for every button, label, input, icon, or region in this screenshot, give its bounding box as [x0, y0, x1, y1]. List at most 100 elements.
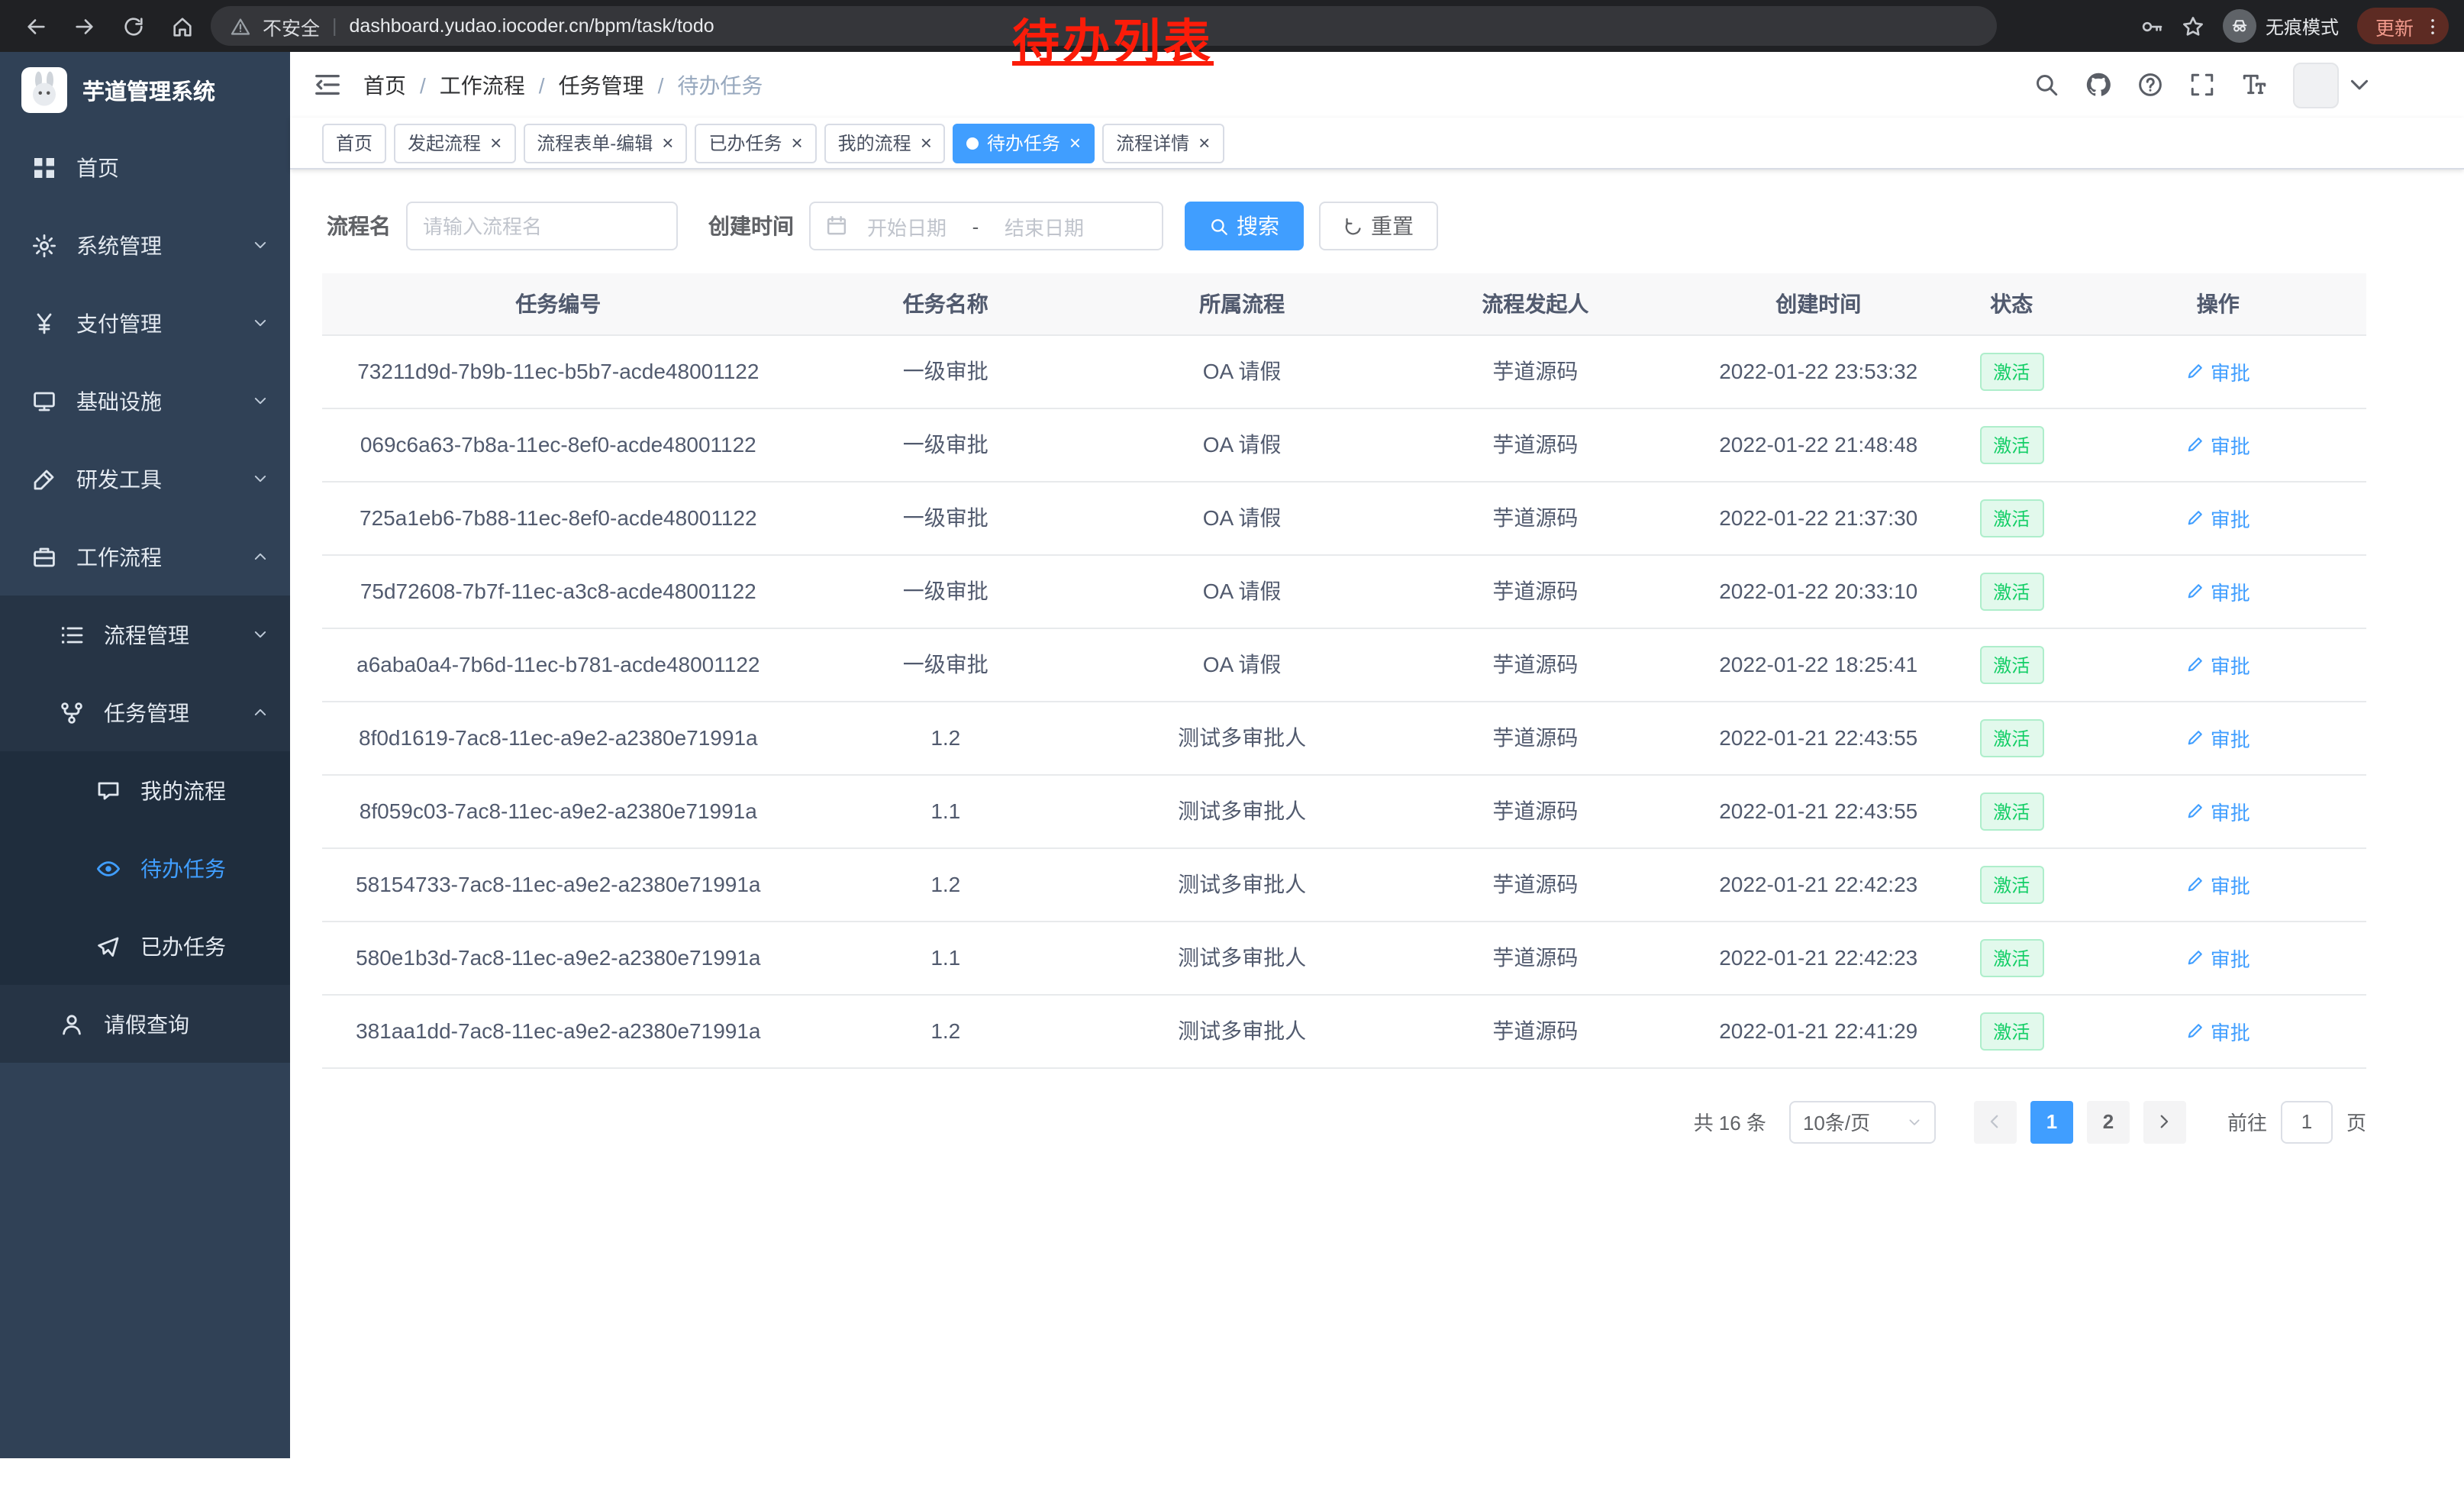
tab-done-task[interactable]: 已办任务×	[695, 123, 816, 163]
browser-window: 不安全 | dashboard.yudao.iocoder.cn/bpm/tas…	[0, 0, 2464, 1458]
search-button[interactable]: 搜索	[1185, 202, 1304, 250]
task-name: 一级审批	[795, 628, 1097, 701]
tabs-bar: 首页发起流程×流程表单-编辑×已办任务×我的流程×待办任务×流程详情×	[290, 118, 2464, 169]
browser-forward-button[interactable]	[64, 6, 104, 46]
date-range-picker[interactable]: 开始日期 - 结束日期	[809, 202, 1163, 250]
goto-page-input[interactable]	[2281, 1100, 2333, 1143]
tab-process-form-edit[interactable]: 流程表单-编辑×	[523, 123, 687, 163]
update-button[interactable]: 更新	[2357, 8, 2449, 44]
tab-process-detail[interactable]: 流程详情×	[1102, 123, 1224, 163]
sidebar-item-my-process[interactable]: 我的流程	[0, 751, 290, 829]
table-row: 725a1eb6-7b88-11ec-8ef0-acde48001122一级审批…	[322, 481, 2366, 554]
tab-start-process[interactable]: 发起流程 ×	[394, 123, 515, 163]
initiator: 芋道源码	[1387, 408, 1683, 481]
sidebar-item-process-management[interactable]: 流程管理	[0, 596, 290, 673]
created-time: 2022-01-21 22:41:29	[1684, 994, 1953, 1067]
breadcrumb-item[interactable]: 首页	[363, 69, 406, 100]
tab-close-icon[interactable]: ×	[1198, 131, 1210, 154]
browser-back-button[interactable]	[15, 6, 55, 46]
sidebar-item-label: 首页	[76, 152, 119, 182]
task-icon	[58, 700, 85, 725]
initiator: 芋道源码	[1387, 921, 1683, 994]
browser-menu-dots-icon[interactable]	[2423, 16, 2443, 36]
sidebar-item-task-management[interactable]: 任务管理	[0, 673, 290, 751]
sidebar-item-system-management[interactable]: 系统管理	[0, 206, 290, 284]
sidebar-item-todo-task[interactable]: 待办任务	[0, 829, 290, 907]
edit-icon	[2186, 362, 2204, 380]
table-row: 580e1b3d-7ac8-11ec-a9e2-a2380e71991a1.1测…	[322, 921, 2366, 994]
chevron-down-icon	[250, 626, 269, 643]
approve-button[interactable]: 审批	[2186, 650, 2250, 679]
header-search-icon[interactable]	[2033, 72, 2059, 98]
breadcrumb-item[interactable]: 任务管理	[559, 69, 644, 100]
task-id: 8f059c03-7ac8-11ec-a9e2-a2380e71991a	[322, 774, 795, 847]
sidebar-item-home[interactable]: 首页	[0, 128, 290, 206]
avatar[interactable]	[2293, 62, 2339, 108]
created-time: 2022-01-22 23:53:32	[1684, 334, 1953, 408]
my-process-icon	[95, 778, 122, 802]
page-size-select[interactable]: 10条/页	[1789, 1100, 1936, 1143]
sidebar-collapse-button[interactable]	[313, 70, 342, 99]
approve-button[interactable]: 审批	[2186, 796, 2250, 825]
approve-button[interactable]: 审批	[2186, 870, 2250, 899]
prev-page-button[interactable]	[1974, 1100, 2017, 1143]
approve-button[interactable]: 审批	[2186, 430, 2250, 459]
password-key-icon[interactable]	[2140, 15, 2163, 37]
navbar-actions	[2033, 62, 2372, 108]
tab-my-process[interactable]: 我的流程×	[824, 123, 946, 163]
app-logo-row[interactable]: 芋道管理系统	[0, 52, 290, 128]
github-icon[interactable]	[2085, 72, 2111, 98]
chevron-up-icon	[250, 704, 269, 721]
browser-home-button[interactable]	[162, 6, 202, 46]
filter-bar: 流程名 创建时间 开始日期 - 结束日期 搜索	[322, 202, 2366, 250]
chevron-down-icon	[250, 392, 269, 409]
tab-close-icon[interactable]: ×	[662, 131, 673, 154]
browser-reload-button[interactable]	[113, 6, 153, 46]
task-id: 8f0d1619-7ac8-11ec-a9e2-a2380e71991a	[322, 701, 795, 774]
sidebar-item-infrastructure[interactable]: 基础设施	[0, 362, 290, 440]
approve-button[interactable]: 审批	[2186, 576, 2250, 605]
column-header: 任务编号	[322, 273, 795, 334]
not-secure-warning-icon[interactable]	[231, 16, 250, 36]
breadcrumb-separator: /	[658, 73, 664, 97]
initiator: 芋道源码	[1387, 994, 1683, 1067]
page-button-2[interactable]: 2	[2087, 1100, 2130, 1143]
sidebar-item-done-task[interactable]: 已办任务	[0, 907, 290, 985]
font-size-icon[interactable]	[2241, 72, 2267, 98]
tab-close-icon[interactable]: ×	[1069, 131, 1081, 154]
tab-close-icon[interactable]: ×	[490, 131, 502, 154]
sidebar-item-payment-management[interactable]: 支付管理	[0, 284, 290, 362]
sidebar-item-workflow[interactable]: 工作流程	[0, 518, 290, 596]
breadcrumb-item[interactable]: 工作流程	[440, 69, 525, 100]
workflow-icon	[31, 544, 58, 569]
approve-button[interactable]: 审批	[2186, 503, 2250, 532]
sidebar-item-dev-tools[interactable]: 研发工具	[0, 440, 290, 518]
tab-label: 发起流程	[408, 130, 481, 156]
tab-close-icon[interactable]: ×	[921, 131, 932, 154]
tab-close-icon[interactable]: ×	[791, 131, 802, 154]
task-id: 725a1eb6-7b88-11ec-8ef0-acde48001122	[322, 481, 795, 554]
breadcrumb-separator: /	[420, 73, 426, 97]
approve-button[interactable]: 审批	[2186, 1016, 2250, 1045]
sidebar-item-leave-query[interactable]: 请假查询	[0, 985, 290, 1063]
initiator: 芋道源码	[1387, 774, 1683, 847]
reset-button[interactable]: 重置	[1319, 202, 1438, 250]
approve-button[interactable]: 审批	[2186, 723, 2250, 752]
approve-button[interactable]: 审批	[2186, 357, 2250, 386]
fullscreen-icon[interactable]	[2189, 72, 2215, 98]
bookmark-star-icon[interactable]	[2182, 15, 2204, 37]
tab-todo-task[interactable]: 待办任务×	[953, 123, 1095, 163]
status-badge: 激活	[1979, 645, 2043, 683]
help-icon[interactable]	[2137, 72, 2163, 98]
tab-home[interactable]: 首页	[322, 123, 386, 163]
process-name: 测试多审批人	[1097, 921, 1387, 994]
page-button-1[interactable]: 1	[2030, 1100, 2073, 1143]
next-page-button[interactable]	[2143, 1100, 2186, 1143]
task-id: 73211d9d-7b9b-11ec-b5b7-acde48001122	[322, 334, 795, 408]
incognito-icon	[2223, 9, 2256, 43]
approve-button[interactable]: 审批	[2186, 943, 2250, 972]
sidebar-item-label: 基础设施	[76, 386, 162, 416]
process-name-input[interactable]	[406, 202, 678, 250]
infrastructure-icon	[31, 389, 58, 413]
user-menu[interactable]	[2293, 62, 2372, 108]
